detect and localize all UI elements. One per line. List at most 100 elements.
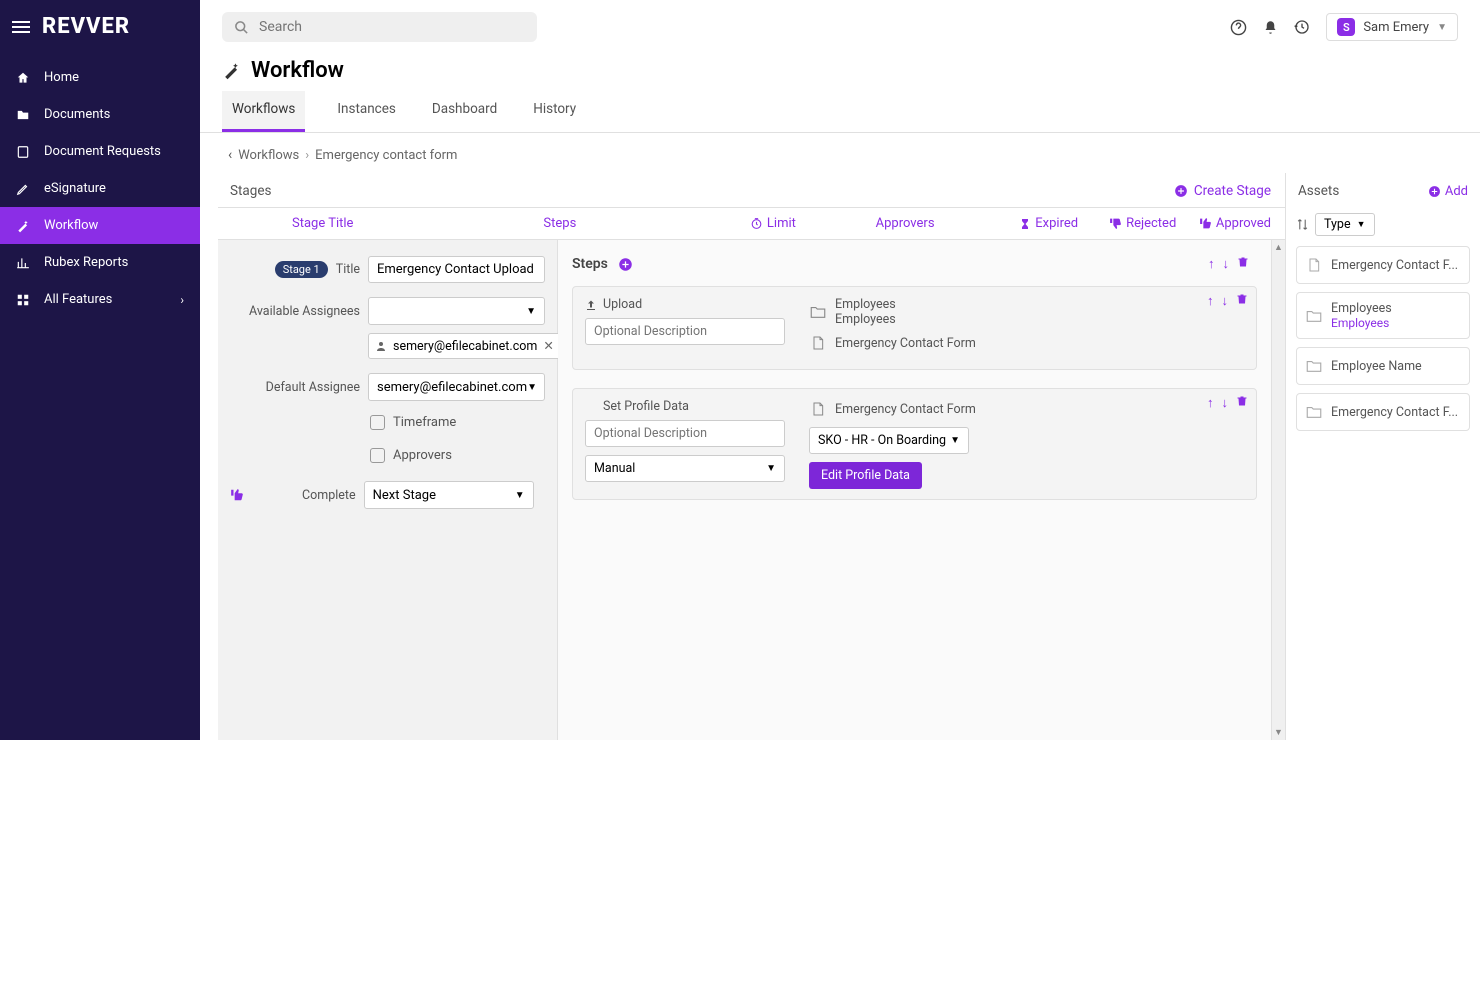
search-box[interactable] — [222, 12, 537, 42]
breadcrumb-current: Emergency contact form — [315, 148, 457, 163]
steps-header: Steps — [572, 256, 608, 272]
sidebar-item-esignature[interactable]: eSignature — [0, 170, 200, 207]
wand-icon — [222, 61, 241, 80]
asset-card[interactable]: Employee Name — [1296, 347, 1470, 385]
timeframe-checkbox[interactable]: Timeframe — [230, 415, 545, 430]
asset-card[interactable]: Emergency Contact F... — [1296, 246, 1470, 284]
tab-instances[interactable]: Instances — [333, 91, 400, 132]
asset-card[interactable]: Employees Employees — [1296, 292, 1470, 339]
page-title: Workflow — [200, 54, 1480, 91]
wand-icon — [16, 219, 32, 233]
step-mode-select[interactable]: Manual ▼ — [585, 455, 785, 482]
move-down-icon[interactable]: ↓ — [1222, 395, 1229, 411]
add-step-button[interactable] — [618, 257, 633, 272]
col-limit[interactable]: Limit — [750, 216, 876, 231]
sidebar-item-home[interactable]: Home — [0, 59, 200, 96]
bell-icon[interactable] — [1263, 20, 1278, 35]
asset-name: Employee Name — [1331, 359, 1422, 374]
move-up-icon[interactable]: ↑ — [1207, 395, 1214, 411]
create-stage-label: Create Stage — [1194, 183, 1271, 199]
search-input[interactable] — [259, 19, 525, 35]
file-icon — [809, 399, 827, 419]
step-card-profile: ↑ ↓ Set Profile Data — [572, 388, 1257, 500]
complete-select[interactable]: Next Stage ▼ — [364, 481, 534, 509]
pen-icon — [16, 182, 32, 196]
history-icon[interactable] — [1294, 19, 1310, 35]
col-approvers[interactable]: Approvers — [876, 216, 1020, 231]
sidebar-item-reports[interactable]: Rubex Reports — [0, 244, 200, 281]
sidebar-item-label: eSignature — [44, 181, 106, 196]
scrollbar[interactable]: ▲ ▼ — [1271, 240, 1285, 740]
sidebar-item-documents[interactable]: Documents — [0, 96, 200, 133]
assignee-email: semery@efilecabinet.com — [393, 339, 537, 354]
delete-icon[interactable] — [1237, 256, 1249, 272]
back-icon[interactable]: ‹ — [228, 147, 232, 163]
workflow-panel: Stages Create Stage Stage Title Steps Li… — [218, 173, 1285, 740]
user-name: Sam Emery — [1363, 20, 1429, 35]
remove-assignee-icon[interactable]: ✕ — [543, 338, 553, 354]
folder-icon — [809, 302, 827, 322]
assignee-chip[interactable]: semery@efilecabinet.com ✕ ▲▼ — [368, 333, 576, 359]
stages-title: Stages — [230, 183, 271, 199]
delete-icon[interactable] — [1236, 293, 1248, 309]
scroll-down-icon[interactable]: ▼ — [1274, 727, 1283, 738]
steps-panel: Steps ↑ ↓ — [558, 240, 1271, 740]
scroll-up-icon[interactable]: ▲ — [1274, 242, 1283, 253]
user-avatar: S — [1337, 18, 1355, 36]
col-rejected[interactable]: Rejected — [1109, 216, 1199, 231]
create-stage-button[interactable]: Create Stage — [1174, 183, 1271, 199]
move-up-icon[interactable]: ↑ — [1207, 293, 1214, 309]
sidebar-item-label: Rubex Reports — [44, 255, 128, 270]
assignees-select[interactable]: ▼ — [368, 297, 545, 325]
asset-item[interactable]: Emergency Contact Form — [809, 333, 1244, 353]
sidebar-item-all-features[interactable]: All Features › — [0, 281, 200, 318]
sidebar-item-workflow[interactable]: Workflow — [0, 207, 200, 244]
sidebar-item-label: Documents — [44, 107, 110, 122]
timeframe-label: Timeframe — [393, 415, 456, 430]
folder-icon — [16, 108, 32, 122]
asset-name: Emergency Contact F... — [1331, 258, 1458, 273]
stage-badge: Stage 1 — [275, 261, 328, 278]
step-desc-input[interactable] — [585, 318, 785, 345]
request-icon — [16, 145, 32, 159]
col-approved[interactable]: Approved — [1199, 216, 1271, 231]
breadcrumb-sep: › — [305, 148, 309, 163]
chevron-down-icon: ▼ — [1437, 22, 1447, 33]
asset-item[interactable]: Emergency Contact Form — [809, 399, 1244, 419]
approvers-checkbox[interactable]: Approvers — [230, 448, 545, 463]
folder-icon — [1305, 402, 1323, 422]
move-down-icon[interactable]: ↓ — [1223, 256, 1230, 272]
type-select[interactable]: Type ▼ — [1315, 213, 1375, 236]
tabs: Workflows Instances Dashboard History — [200, 91, 1480, 133]
breadcrumb-link[interactable]: Workflows — [238, 148, 299, 163]
step-desc-input[interactable] — [585, 420, 785, 447]
tab-dashboard[interactable]: Dashboard — [428, 91, 501, 132]
page-title-text: Workflow — [251, 58, 344, 83]
move-up-icon[interactable]: ↑ — [1208, 256, 1215, 272]
brand-logo: REVVER — [42, 14, 130, 39]
col-stage-title[interactable]: Stage Title — [232, 216, 543, 231]
tab-workflows[interactable]: Workflows — [222, 91, 305, 132]
help-icon[interactable] — [1230, 19, 1247, 36]
default-assignee-select[interactable]: semery@efilecabinet.com ▼ — [368, 373, 545, 401]
home-icon — [16, 71, 32, 85]
tab-history[interactable]: History — [529, 91, 580, 132]
add-label: Add — [1445, 184, 1468, 199]
user-menu[interactable]: S Sam Emery ▼ — [1326, 13, 1458, 41]
thumb-up-icon — [230, 488, 244, 502]
asset-item[interactable]: Employees Employees — [809, 297, 1244, 327]
chart-icon — [16, 256, 32, 270]
asset-card[interactable]: Emergency Contact F... — [1296, 393, 1470, 431]
edit-profile-button[interactable]: Edit Profile Data — [809, 462, 922, 489]
sort-icon[interactable] — [1296, 218, 1309, 231]
profile-select[interactable]: SKO - HR - On Boarding ▼ — [809, 427, 969, 454]
title-label: Title — [336, 262, 360, 277]
delete-icon[interactable] — [1236, 395, 1248, 411]
move-down-icon[interactable]: ↓ — [1222, 293, 1229, 309]
col-steps[interactable]: Steps — [543, 216, 750, 231]
stage-title-input[interactable] — [368, 256, 545, 283]
add-asset-button[interactable]: Add — [1428, 184, 1468, 199]
sidebar-item-doc-requests[interactable]: Document Requests — [0, 133, 200, 170]
menu-toggle-icon[interactable] — [12, 21, 30, 33]
col-expired[interactable]: Expired — [1019, 216, 1109, 231]
